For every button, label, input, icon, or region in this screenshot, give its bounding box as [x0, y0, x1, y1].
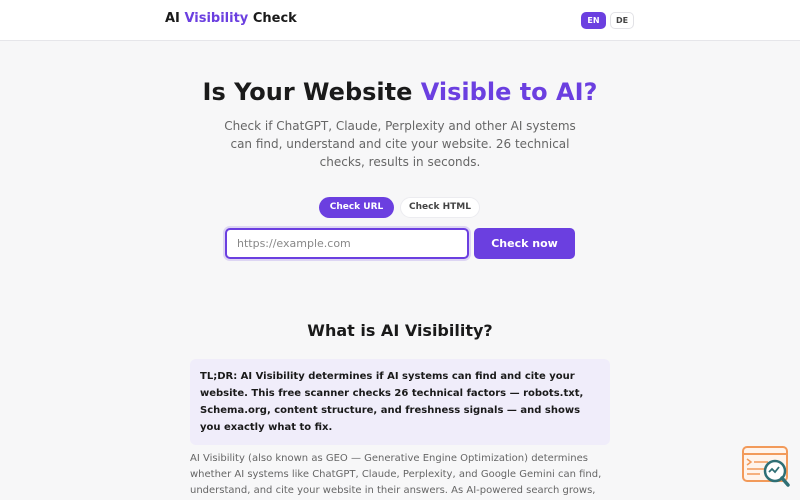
hero-title-accent: Visible to AI?: [420, 78, 598, 106]
tldr-box: TL;DR: AI Visibility determines if AI sy…: [190, 359, 610, 445]
check-now-button[interactable]: Check now: [474, 228, 575, 259]
logo-prefix: AI: [165, 11, 180, 26]
tab-check-html[interactable]: Check HTML: [400, 197, 480, 218]
hero-title: Is Your Website Visible to AI?: [0, 78, 800, 106]
site-logo[interactable]: AI Visibility Check: [165, 11, 297, 26]
language-de-button[interactable]: DE: [610, 12, 634, 29]
top-header: AI Visibility Check EN DE: [0, 0, 800, 41]
section-title: What is AI Visibility?: [307, 321, 493, 340]
hero-title-prefix: Is Your Website: [202, 78, 413, 106]
logo-accent: Visibility: [184, 11, 249, 26]
url-input[interactable]: [225, 228, 469, 259]
body-paragraph: AI Visibility (also known as GEO — Gener…: [190, 453, 602, 496]
hero-subtitle: Check if ChatGPT, Claude, Perplexity and…: [224, 119, 576, 169]
tab-check-url[interactable]: Check URL: [319, 197, 394, 218]
logo-suffix: Check: [252, 11, 297, 26]
language-en-button[interactable]: EN: [581, 12, 606, 29]
search-analytics-icon[interactable]: [742, 446, 790, 488]
